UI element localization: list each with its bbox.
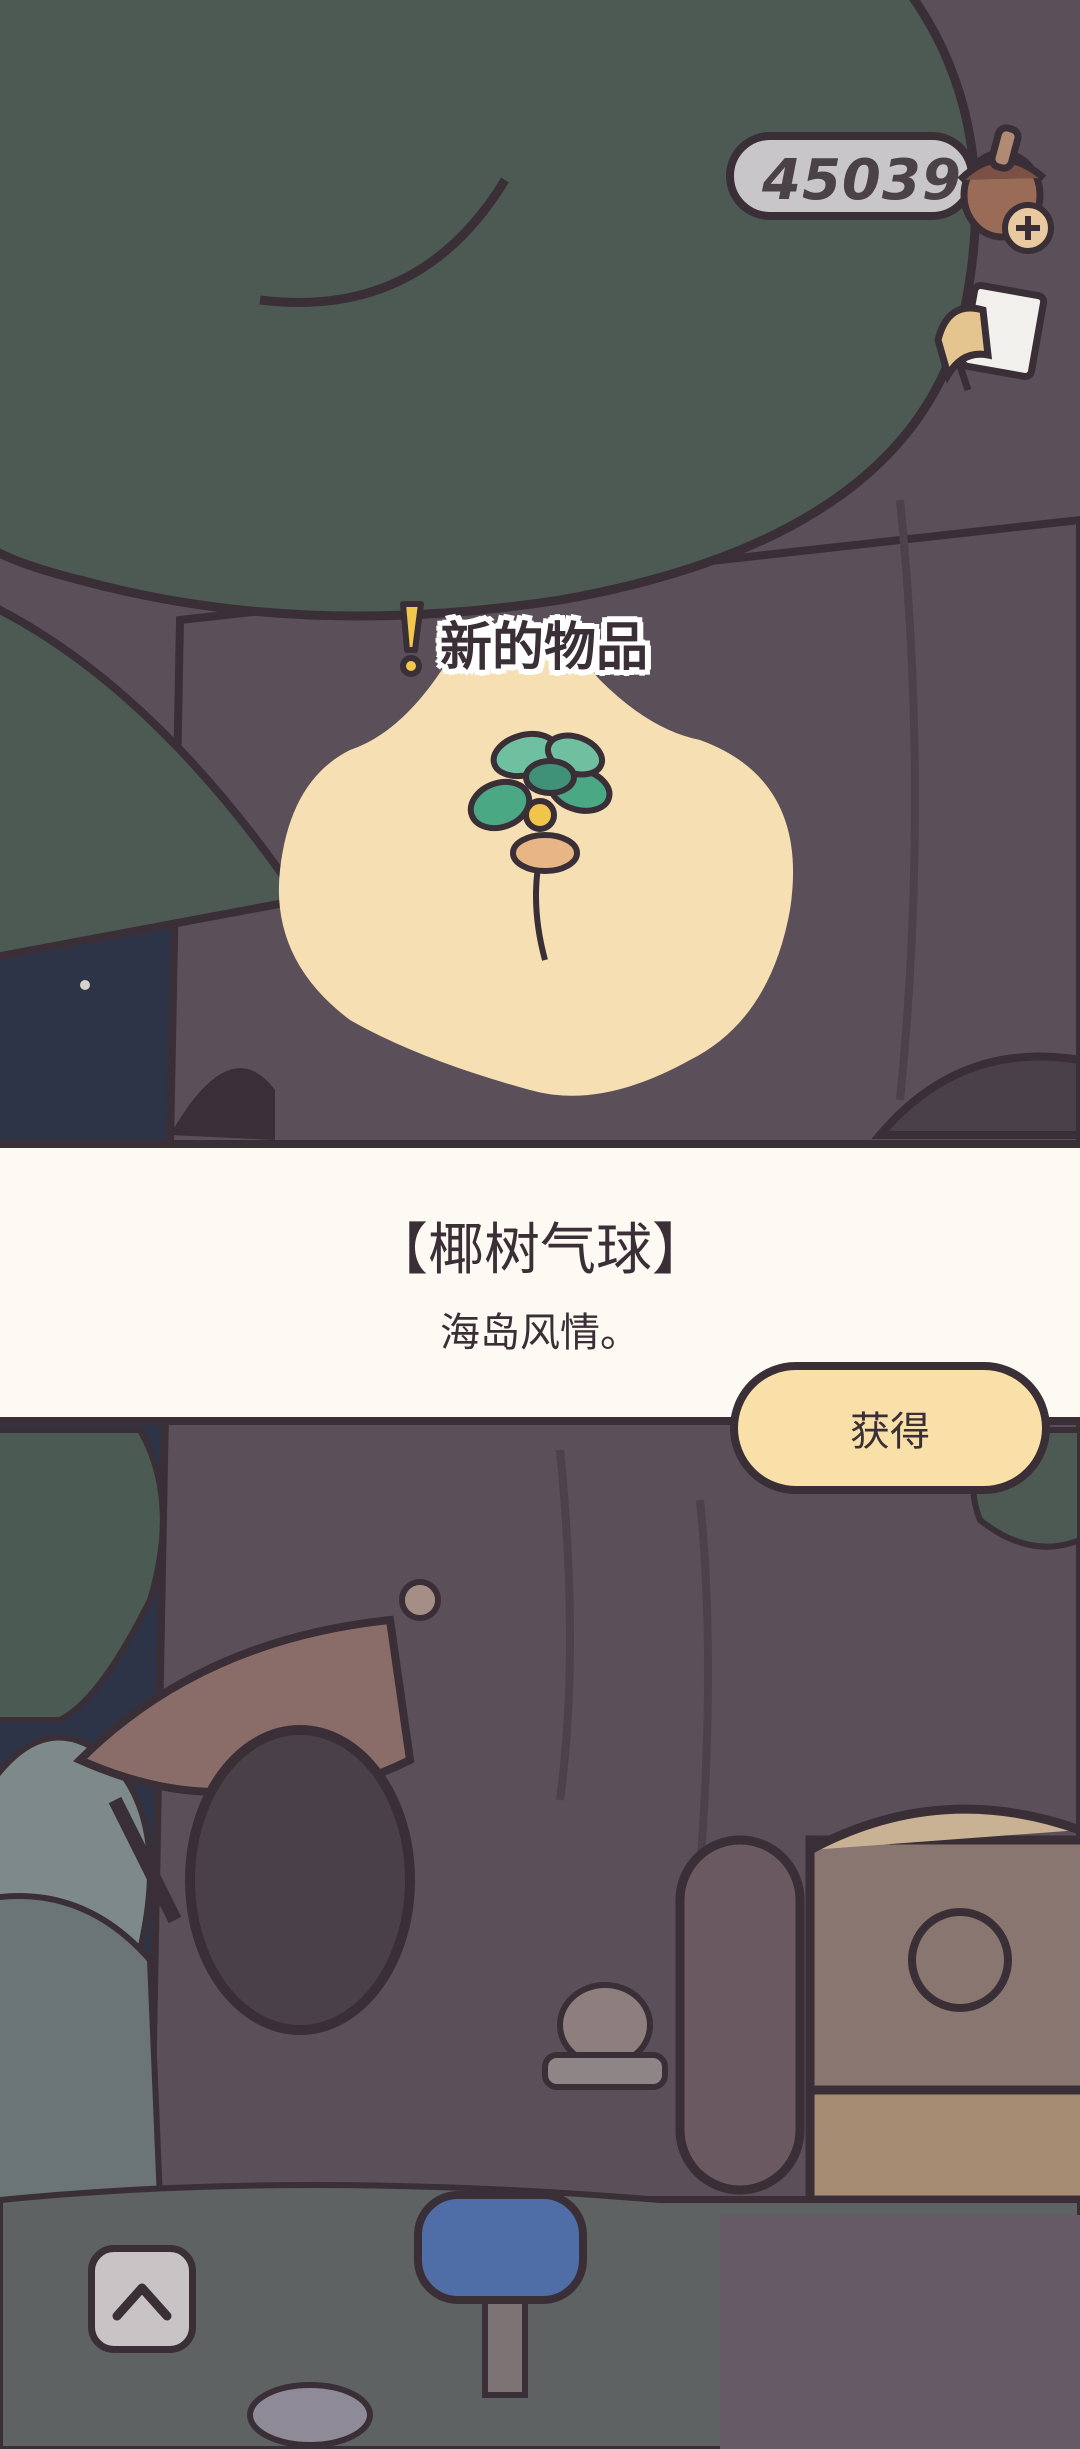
exclamation-icon xyxy=(400,601,424,677)
rock xyxy=(247,2382,373,2448)
plus-icon[interactable] xyxy=(1000,200,1056,256)
star xyxy=(80,980,90,990)
popup-title: 新的物品 xyxy=(440,618,649,678)
house-window xyxy=(805,1835,1080,2095)
chevron-up-icon xyxy=(112,2283,172,2321)
notes-icon[interactable] xyxy=(928,280,1048,400)
palm-balloon-icon xyxy=(467,730,613,961)
item-name: 【椰树气球】 xyxy=(372,1218,708,1283)
shop-window xyxy=(185,1725,415,2035)
item-description: 海岛风情。 xyxy=(440,1310,640,1356)
left-bush xyxy=(0,1893,164,2203)
tree-canopy xyxy=(0,0,981,621)
stone-path xyxy=(720,2215,1080,2449)
currency-counter: 450396 xyxy=(726,132,1001,220)
expand-button[interactable] xyxy=(88,2245,196,2353)
obtain-button[interactable]: 获得 xyxy=(730,1362,1050,1494)
creature-base xyxy=(542,2052,668,2090)
awning-knob xyxy=(399,1579,441,1621)
mailbox xyxy=(414,2191,587,2304)
door xyxy=(675,1835,805,2195)
house-window-lower xyxy=(805,2085,1080,2205)
